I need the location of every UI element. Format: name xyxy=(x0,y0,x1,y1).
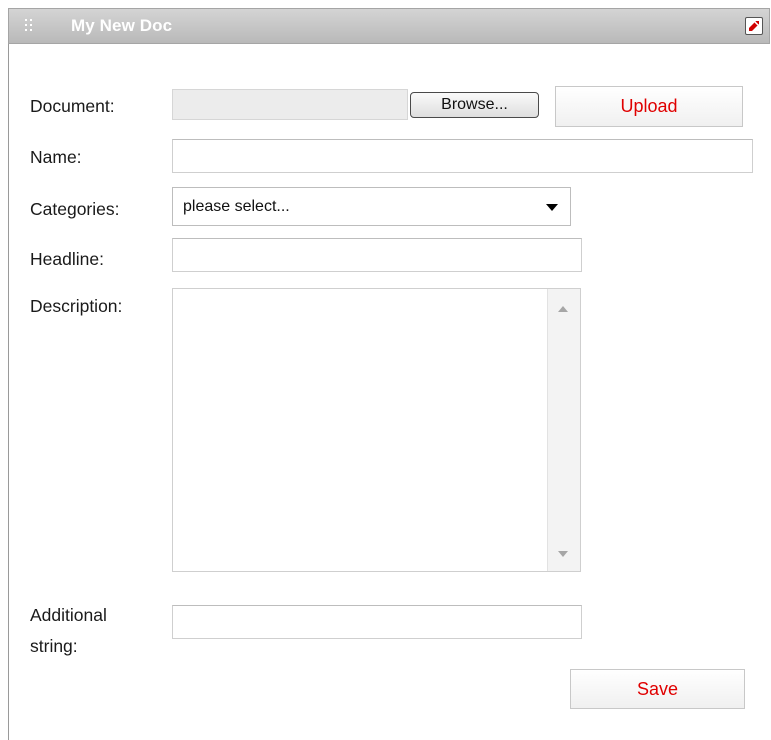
upload-button[interactable]: Upload xyxy=(555,86,743,127)
document-panel: My New Doc Document: Browse... Upload Na… xyxy=(0,0,771,740)
scroll-up-arrow-icon[interactable] xyxy=(558,306,568,312)
chevron-down-icon[interactable] xyxy=(546,204,558,211)
headline-label: Headline: xyxy=(30,249,104,269)
document-label: Document: xyxy=(30,96,115,116)
description-textarea[interactable] xyxy=(172,288,581,572)
headline-input[interactable] xyxy=(172,238,582,272)
categories-label: Categories: xyxy=(30,199,120,219)
name-label: Name: xyxy=(30,147,82,167)
description-label: Description: xyxy=(30,296,123,316)
name-input[interactable] xyxy=(172,139,753,173)
save-button[interactable]: Save xyxy=(570,669,745,709)
additional-string-label: Additional string: xyxy=(30,600,107,662)
additional-string-input[interactable] xyxy=(172,605,582,639)
additional-label-line1: Additional xyxy=(30,605,107,625)
categories-selected-value: please select... xyxy=(183,198,290,215)
additional-label-line2: string: xyxy=(30,636,78,656)
scroll-down-arrow-icon[interactable] xyxy=(558,551,568,557)
document-file-field[interactable] xyxy=(172,89,408,120)
panel-left-border xyxy=(8,44,9,740)
description-scrollbar[interactable] xyxy=(547,289,580,571)
drag-handle-icon[interactable] xyxy=(25,19,35,35)
browse-button[interactable]: Browse... xyxy=(410,92,539,118)
panel-titlebar[interactable]: My New Doc xyxy=(8,8,770,44)
categories-select[interactable]: please select... xyxy=(172,187,571,226)
panel-title: My New Doc xyxy=(71,16,173,35)
close-icon[interactable] xyxy=(745,17,763,35)
